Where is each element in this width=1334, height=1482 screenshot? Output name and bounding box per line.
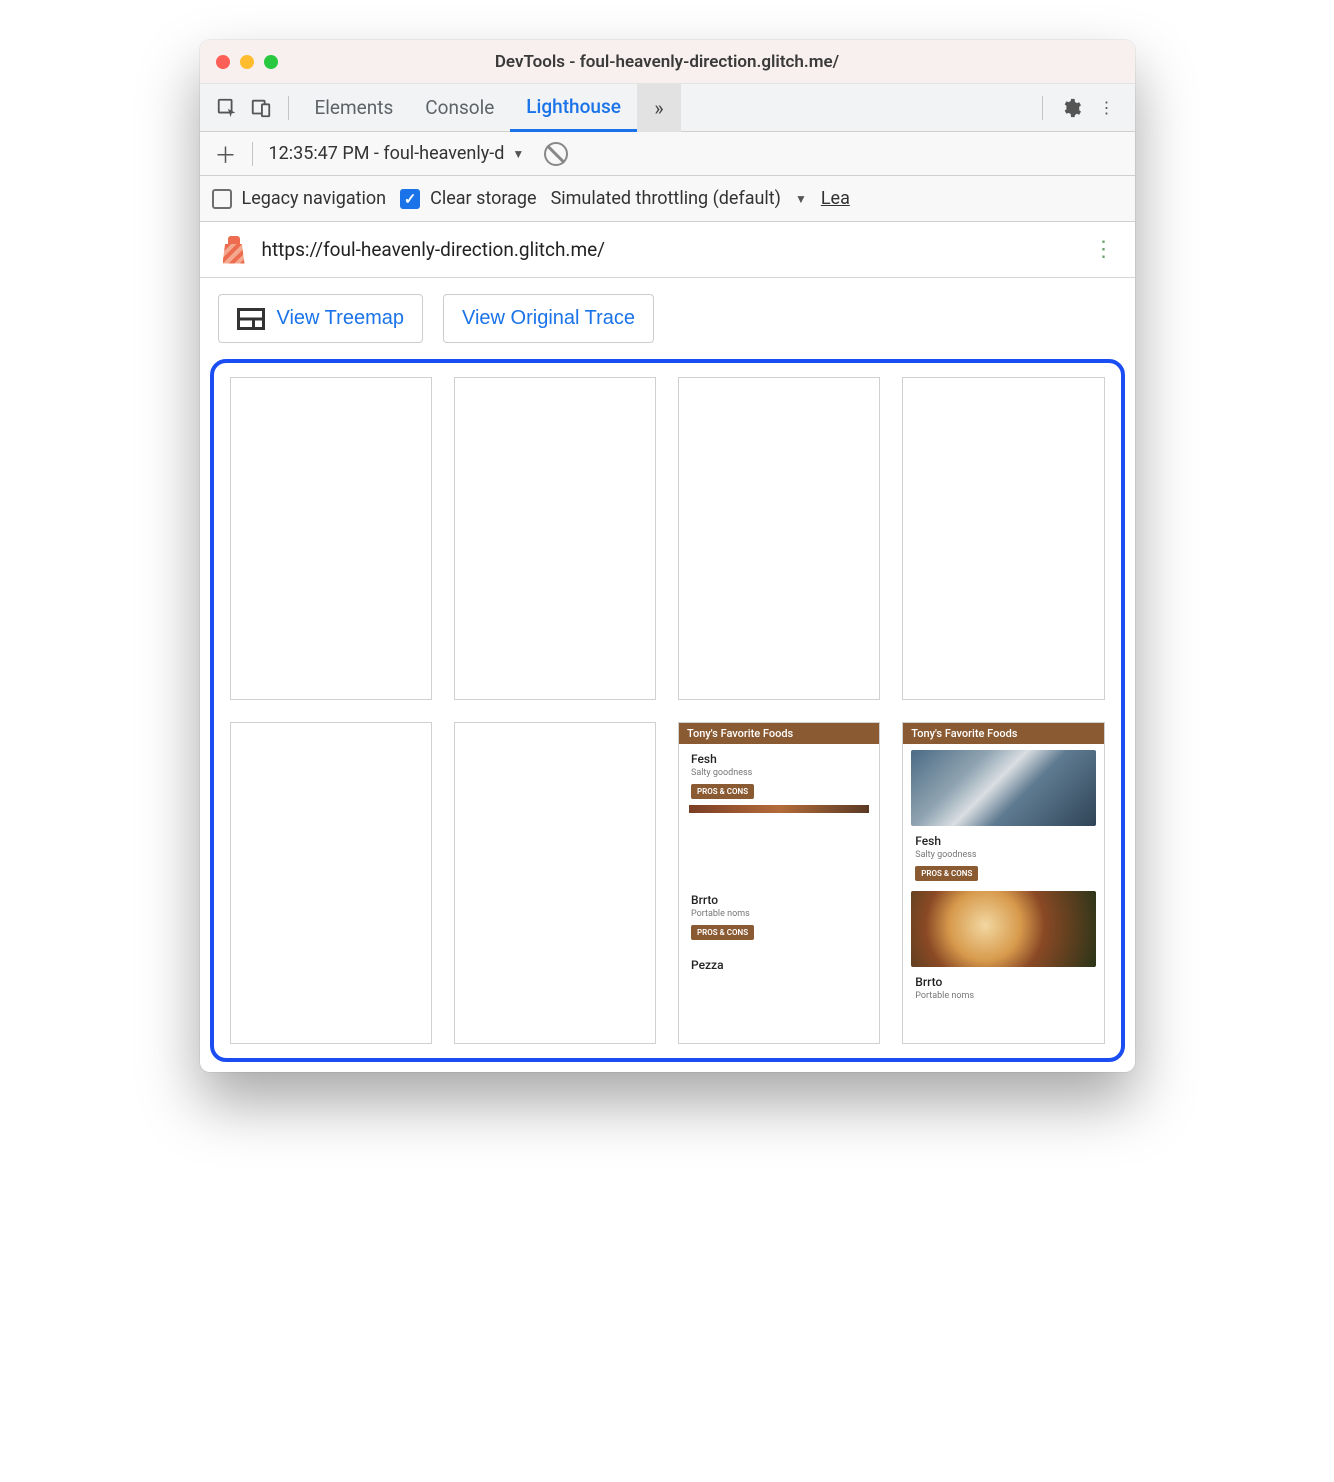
checkbox-empty-icon <box>212 189 232 209</box>
inspect-element-icon[interactable] <box>210 91 244 125</box>
filmstrip-frame[interactable] <box>902 377 1104 700</box>
report-menu-icon[interactable]: ⋮ <box>1093 237 1115 262</box>
food-title: Brrto <box>691 893 867 907</box>
pros-cons-button: PROS & CONS <box>691 925 754 940</box>
checkbox-checked-icon: ✓ <box>400 189 420 209</box>
legacy-navigation-checkbox[interactable]: Legacy navigation <box>212 188 387 209</box>
pros-cons-button: PROS & CONS <box>691 784 754 799</box>
food-subtitle: Portable noms <box>915 991 1091 1001</box>
toolbar-divider <box>288 96 289 120</box>
throttling-label: Simulated throttling (default) <box>551 188 781 209</box>
more-vert-icon[interactable]: ⋮ <box>1089 90 1125 126</box>
throttling-select[interactable]: Simulated throttling (default) <box>551 188 781 209</box>
view-trace-label: View Original Trace <box>462 307 635 330</box>
tab-lighthouse[interactable]: Lighthouse <box>510 84 637 132</box>
filmstrip-frame[interactable] <box>454 377 656 700</box>
report-selected-label: 12:35:47 PM - foul-heavenly-d <box>269 143 505 164</box>
view-treemap-button[interactable]: View Treemap <box>218 294 423 343</box>
food-title: Brrto <box>915 975 1091 989</box>
window-title: DevTools - foul-heavenly-direction.glitc… <box>200 52 1135 72</box>
filmstrip-frame[interactable] <box>230 377 432 700</box>
dropdown-triangle-icon: ▼ <box>795 192 807 206</box>
food-subtitle: Salty goodness <box>691 768 867 778</box>
view-original-trace-button[interactable]: View Original Trace <box>443 294 654 343</box>
tab-console[interactable]: Console <box>409 84 510 132</box>
filmstrip-frame[interactable] <box>454 722 656 1045</box>
clear-storage-checkbox[interactable]: ✓ Clear storage <box>400 188 536 209</box>
filmstrip-frame[interactable] <box>678 377 880 700</box>
settings-gear-icon[interactable] <box>1053 90 1089 126</box>
food-card: Fesh Salty goodness PROS & CONS <box>903 826 1103 885</box>
clear-storage-label: Clear storage <box>430 188 536 209</box>
food-subtitle: Salty goodness <box>915 850 1091 860</box>
dropdown-triangle-icon: ▼ <box>512 147 524 161</box>
tab-elements[interactable]: Elements <box>299 84 410 132</box>
filmstrip-frame[interactable] <box>230 722 432 1045</box>
toolbar-divider-right <box>1042 96 1043 120</box>
action-bar: View Treemap View Original Trace <box>200 278 1135 343</box>
view-treemap-label: View Treemap <box>277 307 404 330</box>
page-header: Tony's Favorite Foods <box>679 723 879 744</box>
report-selector-bar: ＋ 12:35:47 PM - foul-heavenly-d ▼ <box>200 132 1135 176</box>
legacy-navigation-label: Legacy navigation <box>242 188 387 209</box>
report-dropdown[interactable]: 12:35:47 PM - foul-heavenly-d ▼ <box>269 143 525 164</box>
food-title: Fesh <box>915 834 1091 848</box>
devtools-window: DevTools - foul-heavenly-direction.glitc… <box>200 40 1135 1072</box>
food-image <box>911 891 1095 967</box>
learn-more-link[interactable]: Lea <box>821 188 850 209</box>
clear-reports-icon[interactable] <box>544 142 568 166</box>
panel-toolbar: Elements Console Lighthouse » ⋮ <box>200 84 1135 132</box>
food-subtitle: Portable noms <box>691 909 867 919</box>
lighthouse-icon <box>220 236 248 264</box>
tab-overflow[interactable]: » <box>637 84 681 132</box>
page-header: Tony's Favorite Foods <box>903 723 1103 744</box>
filmstrip-highlight: Tony's Favorite Foods Fesh Salty goodnes… <box>210 359 1125 1062</box>
pros-cons-button: PROS & CONS <box>915 866 978 881</box>
food-card: Fesh Salty goodness PROS & CONS <box>679 744 879 803</box>
filmstrip-frame[interactable]: Tony's Favorite Foods Fesh Salty goodnes… <box>678 722 880 1045</box>
food-image-placeholder <box>689 805 869 813</box>
food-card: Brrto Portable noms PROS & CONS <box>679 885 879 944</box>
audited-url: https://foul-heavenly-direction.glitch.m… <box>262 238 1079 261</box>
food-image <box>911 750 1095 826</box>
filmstrip-frame[interactable]: Tony's Favorite Foods Fesh Salty goodnes… <box>902 722 1104 1045</box>
new-report-icon[interactable]: ＋ <box>210 138 242 170</box>
food-card: Brrto Portable noms <box>903 967 1103 1011</box>
options-bar: Legacy navigation ✓ Clear storage Simula… <box>200 176 1135 222</box>
food-title: Fesh <box>691 752 867 766</box>
food-card: Pezza <box>679 944 879 978</box>
treemap-icon <box>237 308 265 330</box>
titlebar: DevTools - foul-heavenly-direction.glitc… <box>200 40 1135 84</box>
url-bar: https://foul-heavenly-direction.glitch.m… <box>200 222 1135 278</box>
device-toggle-icon[interactable] <box>244 91 278 125</box>
food-title: Pezza <box>691 958 867 972</box>
